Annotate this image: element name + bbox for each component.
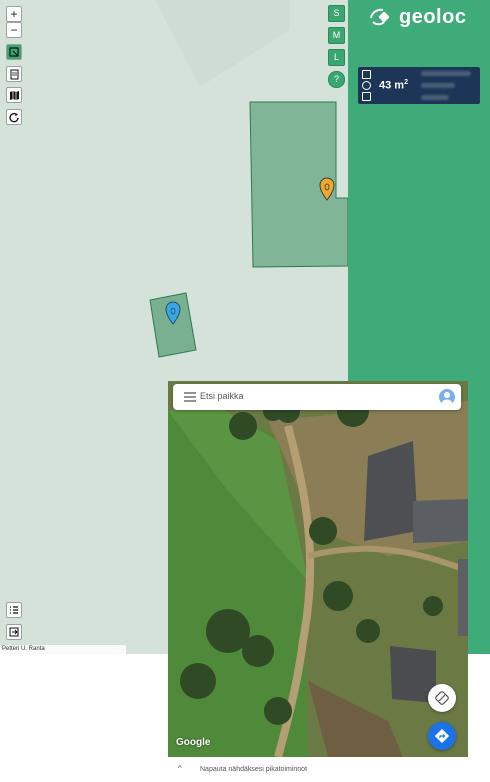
zoom-out-button[interactable]: −	[6, 22, 22, 38]
chevron-up-icon[interactable]: ^	[178, 764, 182, 773]
refresh-button[interactable]	[6, 109, 22, 125]
refresh-icon	[9, 113, 19, 123]
redacted-line	[421, 95, 449, 100]
draw-arrow-icon	[9, 47, 19, 57]
draw-tool-button[interactable]	[6, 44, 22, 60]
help-icon: ?	[333, 74, 339, 84]
size-m-button[interactable]: M	[328, 27, 345, 44]
zoom-in-button[interactable]: +	[6, 6, 22, 22]
redacted-line	[421, 83, 455, 88]
satellite-view[interactable]	[168, 381, 468, 757]
user-icon	[442, 392, 452, 405]
list-icon	[10, 606, 18, 614]
quick-actions-hint: Napauta nähdäksesi pikatoiminnot	[200, 766, 308, 773]
close-icon[interactable]	[362, 92, 371, 101]
quick-actions-bar[interactable]: ^ Napauta nähdäksesi pikatoiminnot	[168, 757, 468, 782]
layers-button[interactable]	[6, 66, 22, 82]
avatar[interactable]	[439, 389, 455, 405]
compass-icon	[435, 691, 449, 705]
satellite-imagery	[168, 381, 468, 757]
area-value: 43 m2	[379, 79, 408, 92]
directions-icon	[435, 729, 449, 743]
terrain-patch	[155, 0, 290, 87]
search-input[interactable]: Etsi paikka	[200, 391, 244, 401]
map-icon	[10, 91, 19, 100]
size-l-button[interactable]: L	[328, 49, 345, 66]
search-bar[interactable]: Etsi paikka	[173, 384, 461, 410]
size-s-button[interactable]: S	[328, 5, 345, 22]
exit-icon	[9, 627, 19, 637]
google-logo: Google	[176, 737, 211, 748]
map-attribution: Petteri U. Ranta	[0, 645, 126, 654]
brand-name: geoloc	[399, 5, 467, 28]
map-type-button[interactable]	[6, 87, 22, 103]
geoloc-logo: geoloc	[370, 4, 466, 30]
list-button[interactable]	[6, 602, 22, 618]
help-button[interactable]: ?	[328, 71, 345, 88]
directions-button[interactable]	[428, 722, 456, 750]
document-icon	[10, 69, 19, 80]
satellite-icon	[370, 8, 390, 26]
field-info-card[interactable]: 43 m2	[358, 67, 480, 104]
redacted-line	[421, 71, 471, 76]
hamburger-menu-icon[interactable]	[184, 392, 196, 402]
check-icon[interactable]	[362, 81, 371, 90]
logout-button[interactable]	[6, 624, 22, 640]
expand-icon[interactable]	[362, 70, 371, 79]
compass-button[interactable]	[428, 684, 456, 712]
